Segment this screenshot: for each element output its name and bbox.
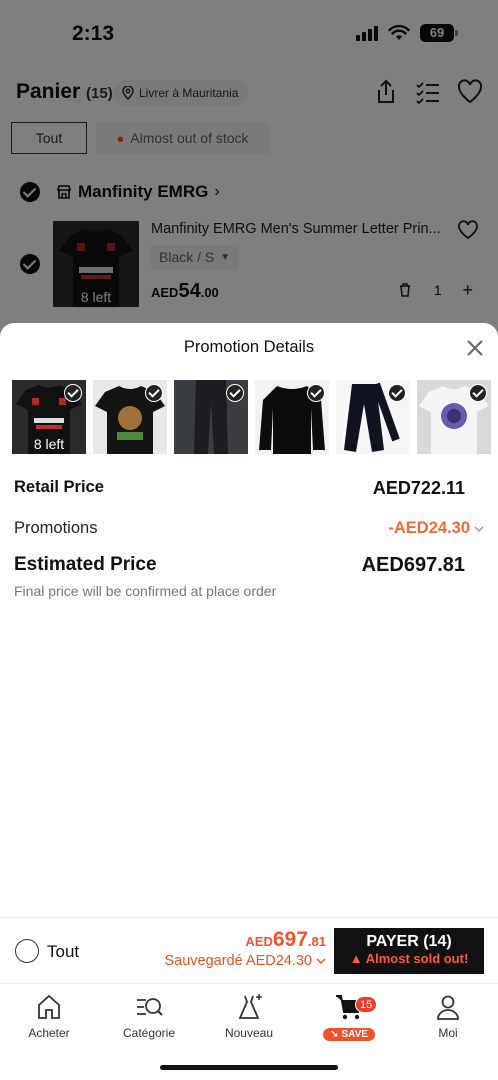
selected-check-icon bbox=[307, 384, 325, 402]
pay-sublabel-text: Almost sold out! bbox=[365, 951, 469, 966]
tab-label: Moi bbox=[438, 1026, 458, 1040]
chevron-down-icon bbox=[474, 526, 484, 532]
estimated-price-value: AED697.81 bbox=[361, 554, 465, 576]
tab-label: Nouveau bbox=[224, 1026, 274, 1040]
promotions-value: -AED24.30 bbox=[388, 519, 484, 538]
pay-sublabel: ▲ Almost sold out! bbox=[334, 951, 484, 966]
trend-down-icon: ↘ bbox=[330, 1029, 339, 1040]
tab-panier[interactable]: 15 ↘ SAVE bbox=[304, 992, 394, 1041]
selected-check-icon bbox=[145, 384, 163, 402]
home-indicator[interactable] bbox=[160, 1065, 338, 1070]
tab-acheter[interactable]: Acheter bbox=[4, 992, 94, 1040]
promotions-label: Promotions bbox=[14, 519, 98, 537]
tab-categorie[interactable]: Catégorie bbox=[104, 992, 194, 1040]
tab-nouveau[interactable]: Nouveau bbox=[204, 992, 294, 1040]
total-currency: AED bbox=[245, 934, 273, 949]
thumbnail-item[interactable] bbox=[417, 380, 491, 454]
sheet-title: Promotion Details bbox=[183, 338, 315, 356]
saved-amount[interactable]: Sauvegardé AED24.30 bbox=[164, 953, 326, 969]
thumbnail-item[interactable] bbox=[255, 380, 329, 454]
promotions-amount: -AED24.30 bbox=[388, 519, 470, 537]
retail-price-label: Retail Price bbox=[14, 478, 104, 496]
saved-amount-text: Sauvegardé AED24.30 bbox=[164, 953, 312, 969]
selected-check-icon bbox=[64, 384, 82, 402]
select-all-radio[interactable] bbox=[15, 939, 39, 963]
thumbnail-item[interactable] bbox=[174, 380, 248, 454]
save-pill: ↘ SAVE bbox=[323, 1028, 375, 1041]
selected-check-icon bbox=[469, 384, 487, 402]
pay-button[interactable]: PAYER (14) ▲ Almost sold out! bbox=[334, 928, 484, 974]
estimated-price-label: Estimated Price bbox=[14, 554, 157, 575]
retail-price-value: AED722.11 bbox=[372, 478, 465, 498]
total-integer: 697 bbox=[272, 928, 308, 951]
price-note-text: Final price will be confirmed at place o… bbox=[14, 583, 277, 599]
tab-label: Acheter bbox=[28, 1026, 70, 1040]
dress-sparkle-icon bbox=[238, 994, 262, 1019]
total-decimal: .81 bbox=[307, 934, 326, 949]
product-thumbnails: 8 left bbox=[12, 380, 491, 454]
checkout-bar: Tout AED697.81 Sauvegardé AED24.30 PAYER… bbox=[0, 918, 498, 982]
chevron-down-icon bbox=[316, 958, 326, 964]
thumbnail-item[interactable]: 8 left bbox=[12, 380, 86, 454]
total-price: AED697.81 bbox=[245, 928, 326, 952]
select-all-label[interactable]: Tout bbox=[47, 942, 79, 962]
selected-check-icon bbox=[388, 384, 406, 402]
home-icon bbox=[38, 994, 60, 1019]
selected-check-icon bbox=[226, 384, 244, 402]
modal-overlay[interactable] bbox=[0, 0, 498, 340]
user-icon bbox=[437, 995, 459, 1020]
cart-badge: 15 bbox=[355, 996, 378, 1013]
category-search-icon bbox=[137, 998, 163, 1016]
thumb-stock-left: 8 left bbox=[33, 436, 65, 452]
promotion-details-sheet: Promotion Details 8 left Retail Price AE… bbox=[0, 323, 498, 918]
tab-moi[interactable]: Moi bbox=[403, 992, 493, 1040]
fire-icon: ▲ bbox=[349, 951, 363, 966]
thumbnail-item[interactable] bbox=[93, 380, 167, 454]
thumbnail-item[interactable] bbox=[336, 380, 410, 454]
tab-label: Catégorie bbox=[122, 1026, 176, 1040]
pay-label: PAYER (14) bbox=[366, 933, 452, 950]
close-icon[interactable] bbox=[466, 339, 484, 357]
tab-label: SAVE bbox=[341, 1029, 368, 1040]
